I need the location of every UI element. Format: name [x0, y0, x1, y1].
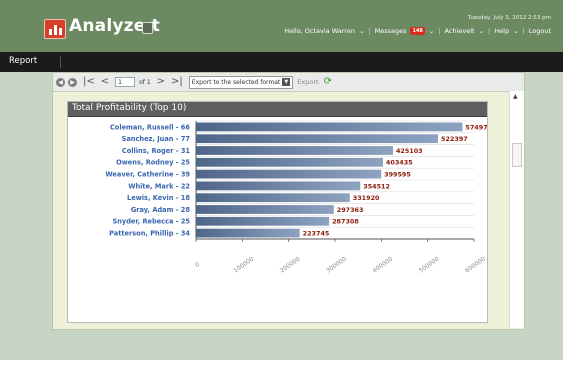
bar	[196, 169, 382, 179]
bar	[196, 216, 330, 226]
report-toolbar: ◀ ▶ |< < 1 of 1 > >| Export to the selec…	[53, 73, 524, 92]
menu-bar: Report	[0, 52, 563, 72]
bar	[196, 122, 463, 132]
current-date: Tuesday, July 3, 2012 2:53 pm	[467, 15, 551, 21]
data-label: 574973	[465, 123, 487, 131]
chevron-down-icon: ⌄	[428, 27, 435, 35]
x-tick-label: 200000	[279, 256, 302, 275]
x-tick-label: 0	[194, 261, 201, 269]
category-label: Snyder, Rebecca - 25	[112, 218, 190, 226]
refresh-icon[interactable]: ⟳	[324, 77, 332, 87]
app-badge-icon	[142, 22, 153, 34]
category-label: Lewis, Kevin - 18	[127, 194, 190, 202]
app-window: Analyze t Tuesday, July 3, 2012 2:53 pm …	[0, 0, 563, 377]
chart-title: Total Profitability (Top 10)	[72, 103, 187, 113]
data-label: 287308	[332, 218, 359, 226]
app-logo-icon	[44, 19, 66, 39]
x-tick-label: 500000	[418, 256, 441, 275]
last-page-icon[interactable]: >|	[171, 77, 183, 87]
data-label: 522397	[441, 135, 468, 143]
scroll-thumb[interactable]	[512, 143, 522, 167]
menu-item-report[interactable]: Report	[9, 56, 37, 66]
bar	[196, 157, 383, 167]
bar	[196, 193, 350, 203]
bar	[196, 134, 439, 144]
category-label: Collins, Roger - 31	[122, 147, 191, 155]
chevron-down-icon: ⌄	[478, 27, 485, 35]
page-number-input[interactable]: 1	[115, 77, 136, 87]
bar-chart: Coleman, Russell - 66 574973 Sanchez, Juan…	[105, 120, 487, 275]
achievements-link[interactable]: Achievelt	[445, 27, 475, 35]
x-tick-label: 100000	[232, 256, 255, 275]
bar	[196, 181, 361, 191]
messages-link[interactable]: Messages	[375, 27, 407, 35]
report-scrollbar[interactable]: ▲	[509, 91, 524, 328]
data-label: 223745	[303, 230, 330, 238]
chevron-down-icon: ⌄	[513, 27, 519, 35]
app-header: Analyze t Tuesday, July 3, 2012 2:53 pm …	[0, 0, 563, 52]
bar	[196, 146, 393, 155]
data-label: 399595	[384, 171, 411, 179]
export-format-value: Export to the selected format	[191, 78, 281, 86]
chart-title-bar: Total Profitability (Top 10)	[68, 102, 487, 117]
data-label: 354512	[363, 182, 390, 190]
data-label: 425103	[396, 147, 423, 155]
data-label: 403435	[386, 159, 413, 167]
logout-link[interactable]: Logout	[529, 27, 551, 35]
export-button[interactable]: Export	[297, 78, 318, 86]
forward-icon[interactable]: ▶	[68, 77, 77, 87]
chevron-down-icon: ⌄	[358, 27, 365, 35]
x-tick-label: 400000	[371, 256, 394, 275]
user-greeting-link[interactable]: Hello, Octavia Warren	[284, 27, 355, 35]
first-page-icon[interactable]: |<	[83, 77, 95, 87]
data-label: 297363	[337, 206, 364, 214]
category-label: Sanchez, Juan - 77	[122, 135, 191, 143]
bar	[196, 205, 334, 214]
category-label: Gray, Adam - 28	[131, 206, 191, 214]
page-footer	[0, 360, 563, 377]
category-label: Coleman, Russell - 66	[110, 123, 190, 131]
data-label: 331920	[353, 194, 380, 202]
back-icon[interactable]: ◀	[56, 77, 65, 87]
category-label: Weaver, Catherine - 39	[105, 171, 190, 179]
previous-page-icon[interactable]: <	[101, 77, 109, 87]
dropdown-arrow-icon: ▼	[282, 78, 291, 86]
page-count-label: of 1	[139, 78, 151, 86]
x-tick-label: 300000	[325, 256, 348, 275]
menu-divider	[60, 56, 61, 68]
category-label: Owens, Rodney - 25	[116, 159, 190, 167]
chart-frame: Total Profitability (Top 10) Coleman, Ru…	[67, 101, 488, 323]
top-nav: Hello, Octavia Warren ⌄ | Messages 148 ⌄…	[284, 27, 551, 35]
help-link[interactable]: Help	[494, 27, 509, 35]
bar	[196, 228, 300, 238]
report-panel: ◀ ▶ |< < 1 of 1 > >| Export to the selec…	[52, 72, 525, 330]
scroll-up-icon[interactable]: ▲	[513, 93, 518, 100]
next-page-icon[interactable]: >	[157, 77, 165, 87]
x-tick-label: 600000	[464, 256, 487, 275]
messages-count-badge: 148	[410, 27, 425, 35]
export-format-select[interactable]: Export to the selected format ▼	[188, 75, 294, 89]
category-label: Patterson, Phillip - 34	[109, 230, 190, 238]
category-label: White, Mark - 22	[128, 182, 190, 190]
